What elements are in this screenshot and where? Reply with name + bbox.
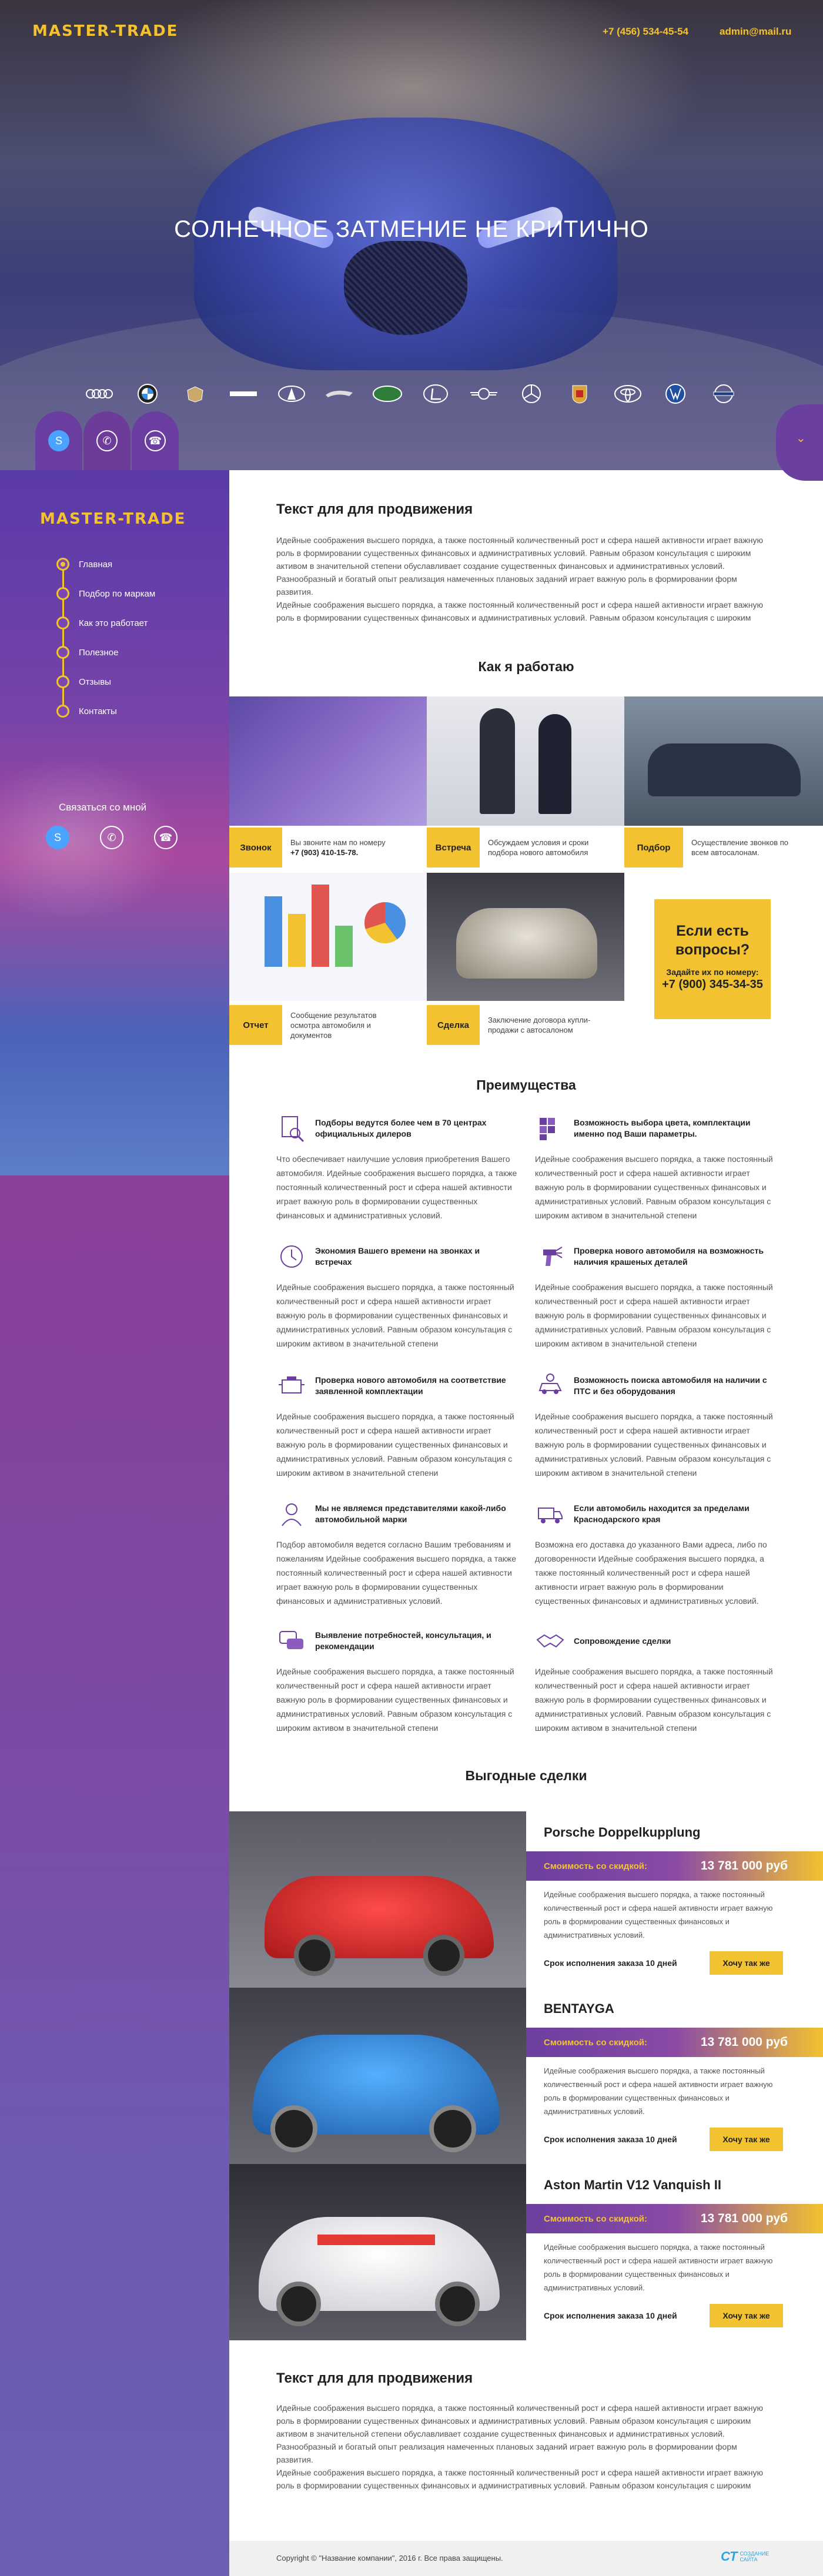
advantage-item: Выявление потребностей, консультация, и … <box>276 1624 517 1735</box>
advantage-item: Мы не являемся представителями какой-либ… <box>276 1498 517 1608</box>
sidebar-contacts: S ✆ ☎ <box>46 826 178 849</box>
sidebar <box>0 470 229 1175</box>
step-select-image <box>624 696 823 826</box>
questions-phone[interactable]: +7 (900) 345-34-35 <box>654 978 771 991</box>
promo2-text: Идейные соображения высшего порядка, а т… <box>276 2403 763 2490</box>
cadillac-logo-icon[interactable] <box>178 383 212 404</box>
land-rover-logo-icon[interactable] <box>370 383 404 404</box>
volkswagen-logo-icon[interactable] <box>658 383 692 404</box>
porsche-logo-icon[interactable] <box>563 383 597 404</box>
step-select: Подбор Осуществление звонков по всем авт… <box>624 828 823 867</box>
deal-price-bar: Смоимость со скидкой: 13 781 000 руб <box>526 1851 823 1881</box>
skype-icon[interactable]: S <box>46 826 69 849</box>
search-document-icon <box>276 1113 307 1144</box>
copyright: Copyright © "Название компании", 2016 г.… <box>276 2554 503 2562</box>
advantage-item: Проверка нового автомобиля на соответств… <box>276 1369 517 1480</box>
volvo-logo-icon[interactable] <box>707 383 741 404</box>
advantage-item: Экономия Вашего времени на звонках и вст… <box>276 1240 517 1351</box>
step-meeting: Встреча Обсуждаем условия и сроки подбор… <box>427 828 624 867</box>
user-icon <box>276 1499 307 1529</box>
color-palette-icon <box>535 1113 566 1144</box>
clock-icon <box>276 1241 307 1272</box>
deal-price-bar: Смоимость со скидкой: 13 781 000 руб <box>526 2028 823 2057</box>
step-call-image <box>229 696 427 826</box>
advantage-item: Возможность выбора цвета, комплектации и… <box>535 1112 776 1222</box>
deal-title: BENTAYGA <box>544 2001 614 2016</box>
step-report: Отчет Сообщение результатов осмотра авто… <box>229 1005 427 1045</box>
sidebar-item-contacts[interactable]: Контакты <box>56 704 117 718</box>
advantage-item: Сопровождение сделки Идейные соображения… <box>535 1624 776 1735</box>
deal-title: Aston Martin V12 Vanquish II <box>544 2178 721 2192</box>
step-deal: Сделка Заключение договора купли-продажи… <box>427 1005 624 1045</box>
questions-box[interactable]: Если есть вопросы? Задайте их по номеру:… <box>654 899 771 1019</box>
deal-image-bentayga <box>229 1988 526 2164</box>
truck-icon <box>535 1499 566 1529</box>
promo2-title: Текст для для продвижения <box>276 2370 473 2386</box>
deal-title: Porsche Doppelkupplung <box>544 1825 701 1840</box>
engine-icon <box>276 1371 307 1401</box>
want-same-button[interactable]: Хочу так же <box>710 2304 783 2327</box>
jaguar-logo-icon[interactable] <box>322 383 356 404</box>
bmw-logo-icon[interactable] <box>131 383 165 404</box>
car-search-icon <box>535 1371 566 1401</box>
hummer-logo-icon[interactable] <box>226 383 260 404</box>
advantage-item: Возможность поиска автомобиля на наличии… <box>535 1369 776 1480</box>
advantage-item: Подборы ведутся более чем в 70 центрах о… <box>276 1112 517 1222</box>
infiniti-logo-icon[interactable] <box>275 383 309 404</box>
hero-whatsapp-button[interactable]: ✆ <box>83 411 131 476</box>
deal-image-aston-martin <box>229 2164 526 2340</box>
header-email[interactable]: admin@mail.ru <box>720 26 791 38</box>
developer-logo[interactable]: СТ СОЗДАНИЕ САЙТА <box>721 2549 769 2564</box>
sidebar-item-home[interactable]: Главная <box>56 557 112 571</box>
lexus-logo-icon[interactable] <box>419 383 453 404</box>
viber-icon[interactable]: ☎ <box>154 826 178 849</box>
header-logo[interactable]: MASTER-TRADE <box>32 22 178 40</box>
scroll-down-button[interactable]: ⌄ <box>776 404 823 481</box>
hero-title: СОЛНЕЧНОЕ ЗАТМЕНИЕ НЕ КРИТИЧНО <box>174 216 649 242</box>
header-phone[interactable]: +7 (456) 534-45-54 <box>603 26 688 38</box>
chevron-down-icon: ⌄ <box>796 432 806 445</box>
brand-logos <box>82 381 741 407</box>
sidebar-logo[interactable]: MASTER-TRADE <box>40 510 186 528</box>
mercedes-logo-icon[interactable] <box>514 383 548 404</box>
footer: Copyright © "Название компании", 2016 г.… <box>229 2541 823 2576</box>
toyota-logo-icon[interactable] <box>611 383 645 404</box>
handshake-icon <box>535 1626 566 1656</box>
want-same-button[interactable]: Хочу так же <box>710 1951 783 1975</box>
sidebar-item-reviews[interactable]: Отзывы <box>56 675 111 689</box>
deals-title: Выгодные сделки <box>465 1768 587 1783</box>
advantage-item: Проверка нового автомобиля на возможност… <box>535 1240 776 1351</box>
want-same-button[interactable]: Хочу так же <box>710 2128 783 2151</box>
hero-viber-button[interactable]: ☎ <box>132 411 179 476</box>
whatsapp-icon: ✆ <box>96 430 118 451</box>
step-deal-image <box>427 873 624 1001</box>
step-meeting-image <box>427 696 624 826</box>
how-title: Как я работаю <box>478 659 574 674</box>
sidebar-item-useful[interactable]: Полезное <box>56 645 118 659</box>
mini-logo-icon[interactable] <box>467 383 501 404</box>
promo-text: Идейные соображения высшего порядка, а т… <box>276 535 763 622</box>
viber-icon: ☎ <box>145 430 166 451</box>
step-report-image <box>229 873 427 1001</box>
sidebar-item-brands[interactable]: Подбор по маркам <box>56 587 155 601</box>
whatsapp-icon[interactable]: ✆ <box>100 826 123 849</box>
contact-title: Связаться со мной <box>59 802 147 813</box>
advantage-item: Если автомобиль находится за пределами К… <box>535 1498 776 1608</box>
hero-skype-button[interactable]: S <box>35 411 82 476</box>
deal-price-bar: Смоимость со скидкой: 13 781 000 руб <box>526 2204 823 2233</box>
deal-image-porsche <box>229 1811 526 1988</box>
spray-gun-icon <box>535 1241 566 1272</box>
advantages-title: Преимущества <box>476 1077 576 1093</box>
sidebar-item-how[interactable]: Как это работает <box>56 616 148 630</box>
step-call: Звонок Вы звоните нам по номеру +7 (903) … <box>229 828 427 867</box>
promo-title: Текст для для продвижения <box>276 501 473 517</box>
skype-icon: S <box>48 430 69 451</box>
audi-logo-icon[interactable] <box>82 383 116 404</box>
chat-icon <box>276 1626 307 1656</box>
